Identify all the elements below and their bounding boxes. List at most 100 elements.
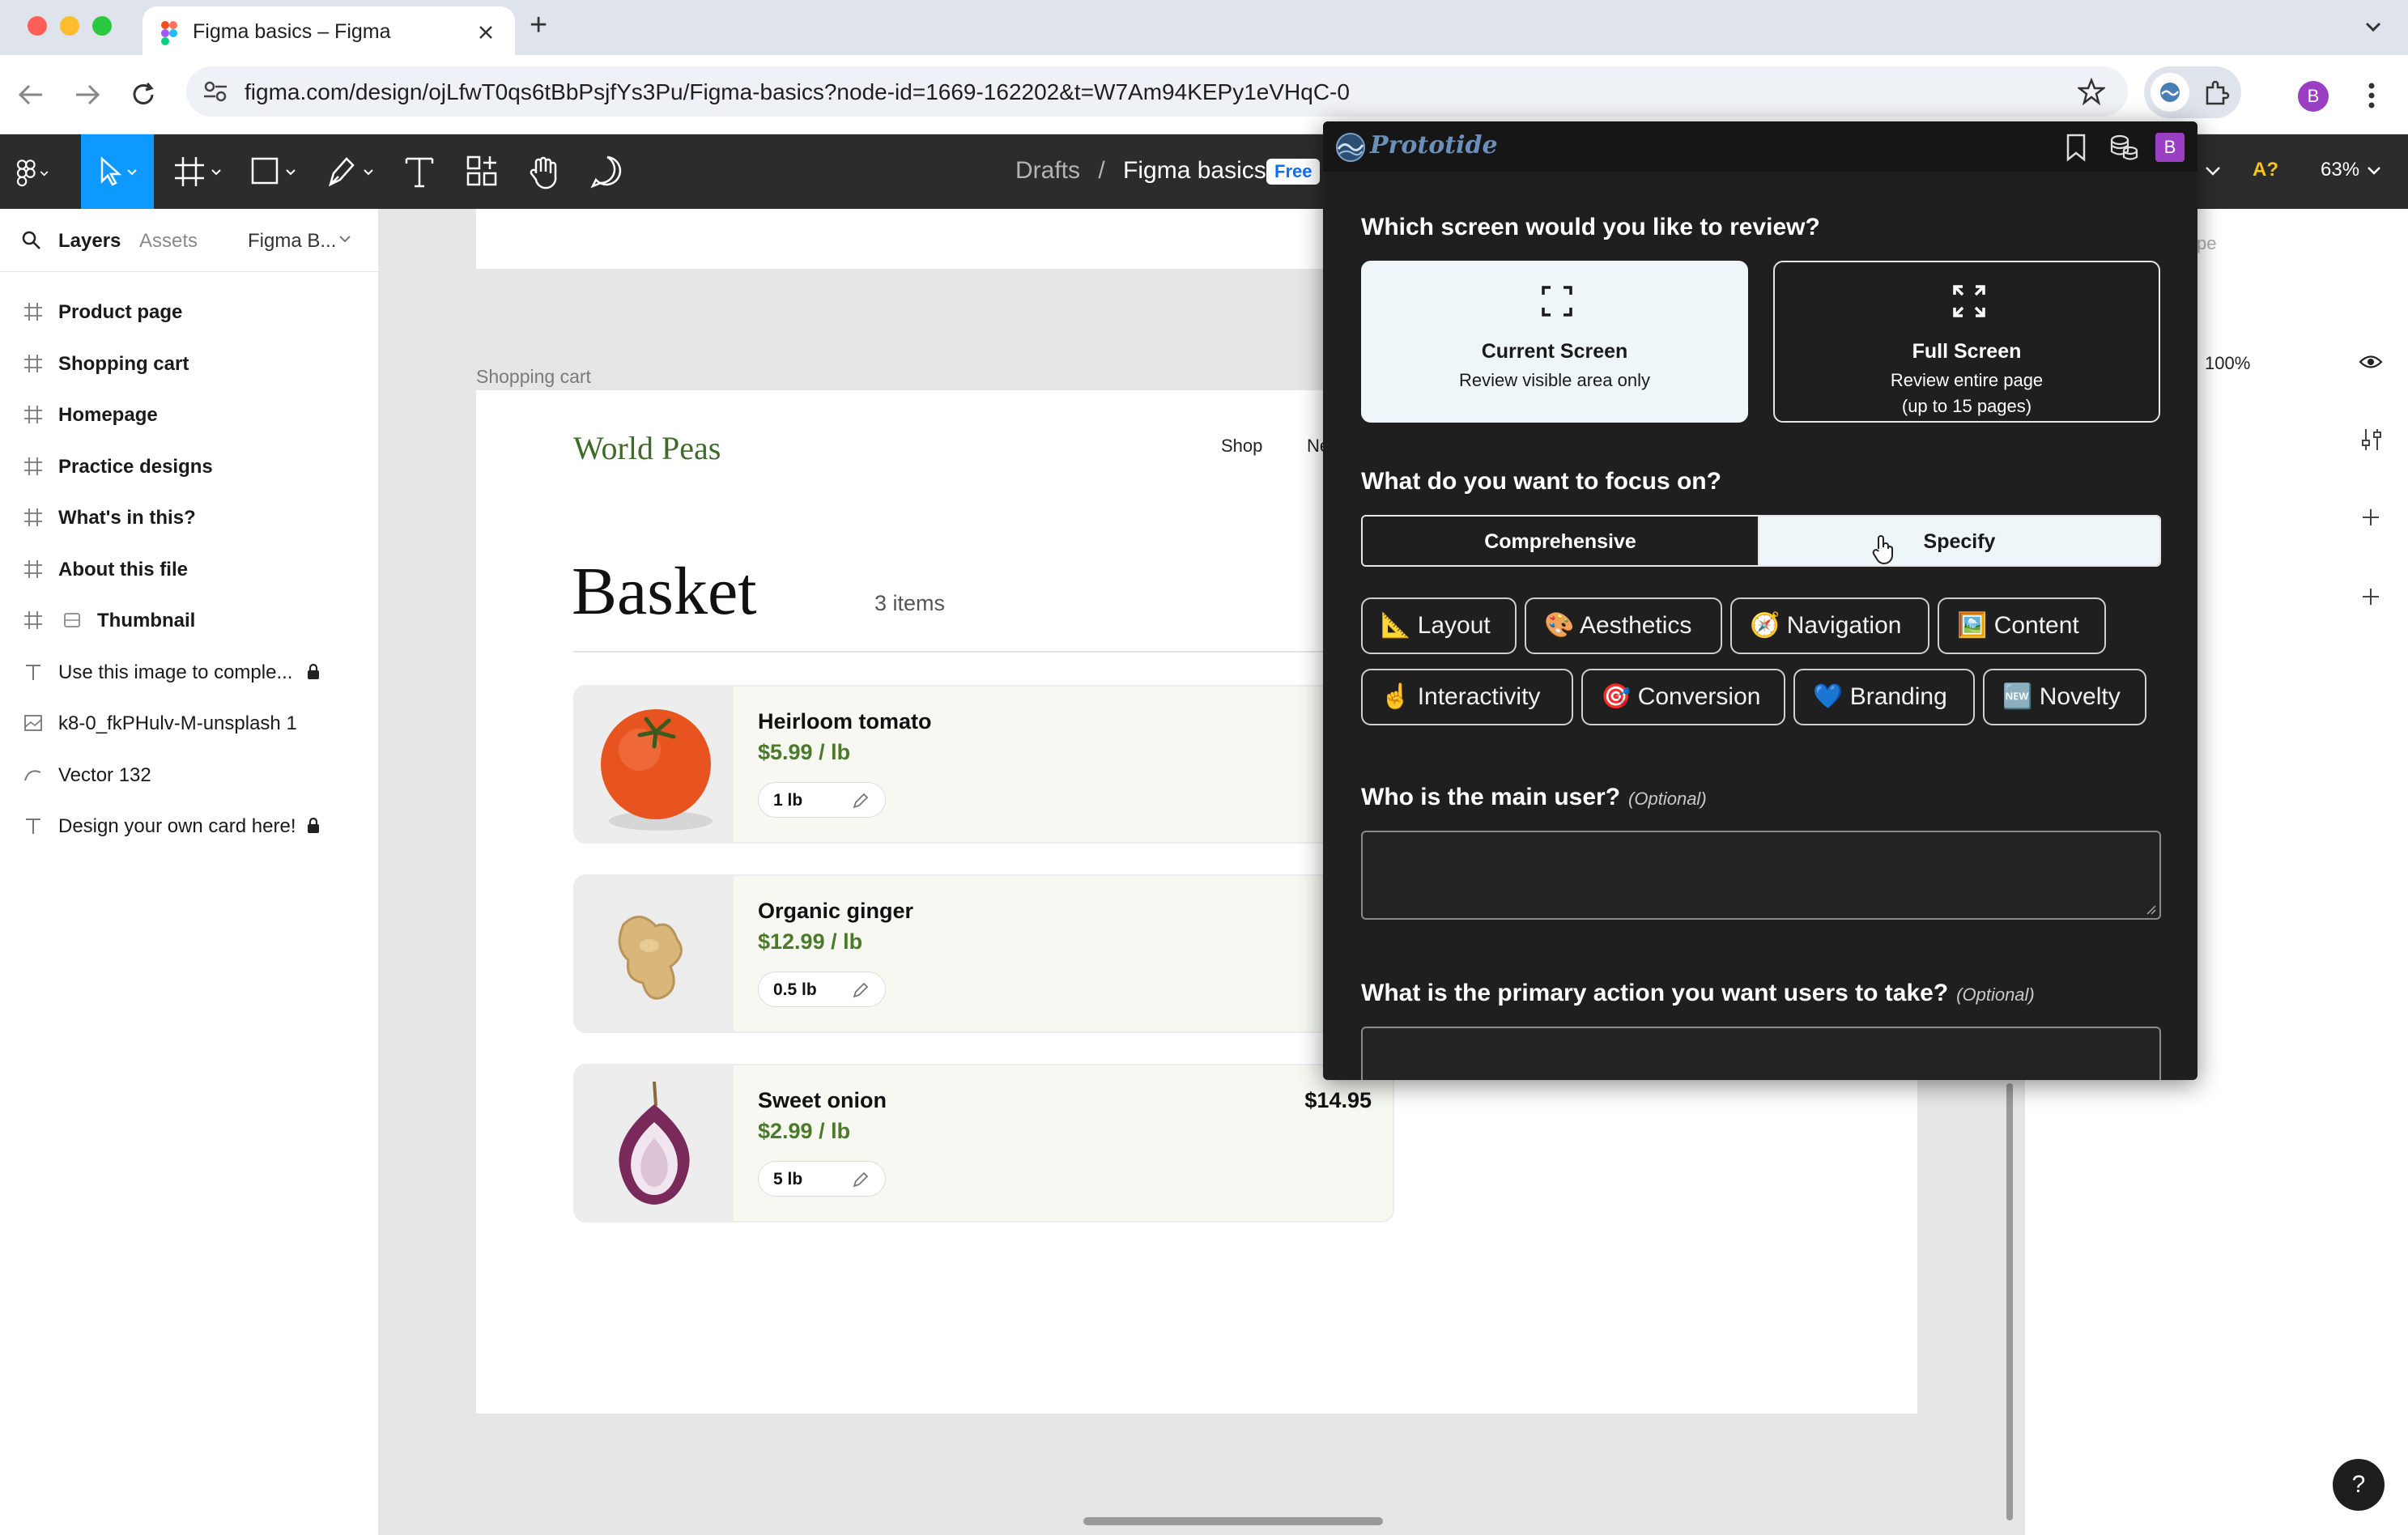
focus-chip-conversion[interactable]: 🎯 Conversion bbox=[1581, 669, 1785, 725]
adjust-sliders-icon[interactable] bbox=[2360, 427, 2383, 452]
layer-name: Vector 132 bbox=[58, 763, 151, 786]
page-chevron-icon[interactable] bbox=[338, 235, 351, 244]
tab-search-chevron-icon[interactable] bbox=[2361, 15, 2385, 39]
bookmark-star-icon[interactable] bbox=[2078, 78, 2105, 105]
close-tab-icon[interactable] bbox=[476, 23, 496, 42]
focus-mode-toggle: Comprehensive Specify bbox=[1361, 515, 2161, 567]
popup-header: Prototide B bbox=[1323, 121, 2197, 172]
focus-chip-content[interactable]: 🖼️ Content bbox=[1938, 597, 2106, 654]
visibility-eye-icon[interactable] bbox=[2359, 351, 2383, 372]
layer-row[interactable]: k8-0_fkPHulv-M-unsplash 1 bbox=[0, 698, 379, 749]
zoom-level[interactable]: 63% bbox=[2321, 159, 2359, 181]
current-screen-option[interactable]: Current Screen Review visible area only bbox=[1361, 261, 1748, 423]
horizontal-scrollbar[interactable] bbox=[1083, 1517, 1383, 1525]
plan-badge[interactable]: Free bbox=[1266, 159, 1321, 185]
layer-row[interactable]: Use this image to comple... bbox=[0, 647, 379, 698]
comment-tool-icon[interactable] bbox=[588, 152, 627, 191]
frame-label[interactable]: Shopping cart bbox=[476, 366, 591, 388]
comprehensive-button[interactable]: Comprehensive bbox=[1363, 517, 1759, 565]
layer-row[interactable]: Homepage bbox=[0, 389, 379, 440]
rectangle-tool-icon[interactable] bbox=[248, 152, 301, 191]
hand-tool-icon[interactable] bbox=[525, 152, 564, 191]
focus-chip-navigation[interactable]: 🧭 Navigation bbox=[1730, 597, 1929, 654]
layer-row[interactable]: Practice designs bbox=[0, 441, 379, 492]
panel-tab-partial[interactable]: pe bbox=[2197, 233, 2216, 254]
add-fill-icon[interactable] bbox=[2360, 507, 2381, 528]
fit-screen-icon bbox=[1542, 286, 1572, 317]
omnibox[interactable]: figma.com/design/ojLfwT0qs6tBbPsjfYs3Pu/… bbox=[186, 66, 2128, 117]
product-name: Organic ginger bbox=[758, 899, 914, 923]
forward-icon[interactable] bbox=[73, 83, 102, 107]
frame-tool-icon[interactable] bbox=[172, 152, 225, 191]
minimize-window-button[interactable] bbox=[60, 16, 79, 36]
optional-label: (Optional) bbox=[1956, 984, 2035, 1005]
resize-handle-icon[interactable] bbox=[2145, 904, 2156, 915]
vertical-scrollbar[interactable] bbox=[2006, 1083, 2013, 1520]
browser-tab-bar: Figma basics – Figma + bbox=[0, 0, 2408, 57]
layer-row[interactable]: About this file bbox=[0, 544, 379, 595]
zoom-chevron-icon[interactable] bbox=[2366, 165, 2382, 178]
new-tab-button[interactable]: + bbox=[530, 8, 547, 43]
layer-row[interactable]: Design your own card here! bbox=[0, 801, 379, 852]
missing-fonts-indicator[interactable]: A? bbox=[2253, 159, 2278, 181]
bookmark-icon[interactable] bbox=[2063, 133, 2089, 162]
prototide-wave-icon bbox=[2160, 83, 2180, 102]
lock-icon[interactable] bbox=[306, 817, 321, 835]
product-name: Heirloom tomato bbox=[758, 709, 932, 733]
primary-action-textarea[interactable] bbox=[1361, 1027, 2161, 1080]
optional-label: (Optional) bbox=[1628, 789, 1707, 809]
add-stroke-icon[interactable] bbox=[2360, 586, 2381, 607]
tomato-image bbox=[575, 687, 734, 842]
file-name[interactable]: Figma basics bbox=[1123, 157, 1266, 184]
focus-chip-branding[interactable]: 💙 Branding bbox=[1793, 669, 1975, 725]
frame-icon bbox=[24, 611, 42, 629]
lock-icon[interactable] bbox=[306, 663, 321, 681]
credits-coins-icon[interactable] bbox=[2108, 133, 2139, 162]
site-settings-icon[interactable] bbox=[202, 79, 228, 104]
focus-chip-interactivity[interactable]: ☝️ Interactivity bbox=[1361, 669, 1573, 725]
specify-button[interactable]: Specify bbox=[1759, 517, 2159, 565]
prototide-popup: Prototide B Which screen would you like … bbox=[1323, 121, 2197, 1080]
tab-title: Figma basics – Figma bbox=[193, 20, 391, 43]
focus-chip-novelty[interactable]: 🆕 Novelty bbox=[1983, 669, 2146, 725]
prototide-logo-text: Prototide bbox=[1370, 131, 1498, 159]
user-avatar[interactable]: B bbox=[2155, 133, 2185, 162]
prototide-extension-button[interactable] bbox=[2151, 73, 2189, 112]
close-window-button[interactable] bbox=[28, 16, 47, 36]
product-name: Sweet onion bbox=[758, 1088, 887, 1112]
layer-name: Thumbnail bbox=[97, 610, 196, 631]
url-text[interactable]: figma.com/design/ojLfwT0qs6tBbPsjfYs3Pu/… bbox=[245, 79, 1350, 105]
layer-row[interactable]: What's in this? bbox=[0, 492, 379, 543]
focus-chip-aesthetics[interactable]: 🎨 Aesthetics bbox=[1525, 597, 1722, 654]
reload-icon[interactable] bbox=[130, 81, 157, 108]
pen-tool-icon[interactable] bbox=[324, 152, 377, 191]
share-chevron-icon[interactable] bbox=[2204, 165, 2222, 178]
profile-avatar[interactable]: B bbox=[2298, 81, 2329, 112]
move-tool-button[interactable] bbox=[81, 134, 154, 209]
page-selector[interactable]: Figma B... bbox=[248, 230, 336, 253]
help-button[interactable]: ? bbox=[2333, 1459, 2385, 1511]
figma-main-menu-icon[interactable] bbox=[13, 152, 52, 191]
resources-tool-icon[interactable] bbox=[463, 152, 502, 191]
tab-layers[interactable]: Layers bbox=[58, 230, 121, 253]
layer-row[interactable]: Shopping cart bbox=[0, 338, 379, 389]
frame-icon bbox=[24, 508, 42, 526]
layer-row[interactable]: Thumbnail bbox=[0, 595, 379, 646]
full-screen-option[interactable]: Full Screen Review entire page (up to 15 … bbox=[1773, 261, 2160, 423]
layer-opacity[interactable]: 100% bbox=[2205, 353, 2250, 374]
browser-tab[interactable]: Figma basics – Figma bbox=[143, 6, 515, 57]
hand-pointer-cursor-icon bbox=[1872, 535, 1893, 564]
browser-menu-icon[interactable] bbox=[2359, 81, 2384, 110]
main-user-textarea[interactable] bbox=[1361, 831, 2161, 920]
extensions-puzzle-icon[interactable] bbox=[2202, 79, 2230, 107]
option-title: Current Screen bbox=[1481, 340, 1628, 363]
maximize-window-button[interactable] bbox=[92, 16, 112, 36]
layer-row[interactable]: Vector 132 bbox=[0, 750, 379, 801]
tab-assets[interactable]: Assets bbox=[139, 230, 198, 253]
search-icon[interactable] bbox=[21, 230, 42, 251]
text-tool-icon[interactable] bbox=[400, 152, 439, 191]
layer-row[interactable]: Product page bbox=[0, 287, 379, 338]
breadcrumb-drafts[interactable]: Drafts bbox=[1015, 157, 1080, 184]
focus-chip-layout[interactable]: 📐 Layout bbox=[1361, 597, 1517, 654]
back-icon[interactable] bbox=[16, 83, 45, 107]
